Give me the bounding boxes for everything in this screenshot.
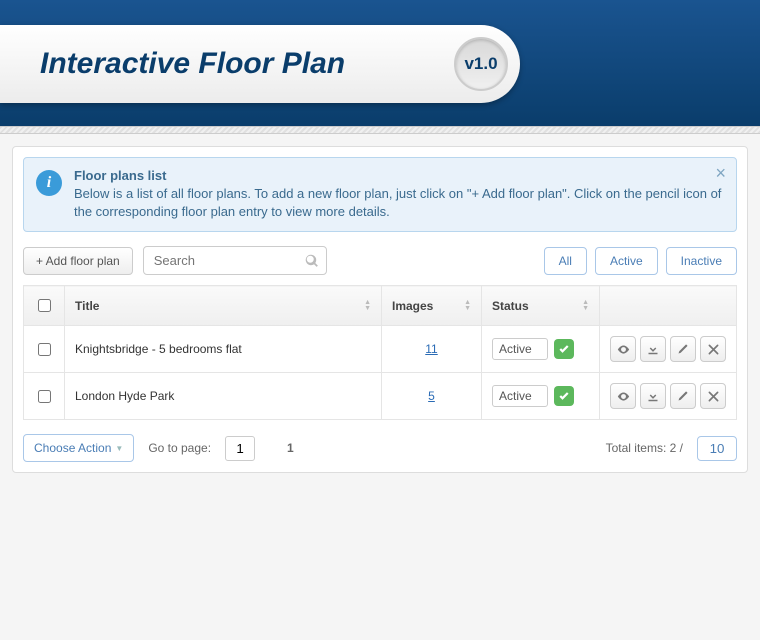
total-items-label: Total items: 2 /: [606, 441, 683, 455]
view-button[interactable]: [610, 336, 636, 362]
download-icon: [647, 343, 659, 355]
search-wrap: [143, 246, 327, 275]
version-badge: v1.0: [454, 37, 508, 91]
items-per-page-input[interactable]: [697, 436, 737, 461]
sort-icon: ▲▼: [364, 300, 371, 312]
alert-close-button[interactable]: ×: [715, 164, 726, 182]
view-button[interactable]: [610, 383, 636, 409]
delete-button[interactable]: [700, 336, 726, 362]
search-input[interactable]: [143, 246, 327, 275]
edit-button[interactable]: [670, 383, 696, 409]
select-all-checkbox[interactable]: [38, 299, 51, 312]
col-status[interactable]: Status: [492, 299, 529, 313]
table-row: London Hyde Park 5 Active: [24, 373, 737, 420]
table-row: Knightsbridge - 5 bedrooms flat 11 Active: [24, 326, 737, 373]
add-floor-plan-button[interactable]: + Add floor plan: [23, 247, 133, 275]
eye-icon: [617, 390, 630, 403]
status-confirm-button[interactable]: [554, 386, 574, 406]
bulk-action-dropdown[interactable]: Choose Action ▼: [23, 434, 134, 462]
sort-icon: ▲▼: [464, 300, 471, 312]
header-pill: Interactive Floor Plan v1.0: [0, 25, 520, 103]
pencil-icon: [677, 390, 689, 402]
current-page: 1: [287, 441, 294, 455]
download-button[interactable]: [640, 336, 666, 362]
search-icon: [305, 254, 319, 268]
alert-body: Below is a list of all floor plans. To a…: [74, 185, 724, 221]
col-title[interactable]: Title: [75, 299, 99, 313]
close-icon: [708, 391, 719, 402]
info-alert: i Floor plans list Below is a list of al…: [23, 157, 737, 232]
goto-page-input[interactable]: [225, 436, 255, 461]
status-select[interactable]: Active: [492, 385, 548, 407]
row-title: London Hyde Park: [75, 389, 174, 403]
toolbar: + Add floor plan All Active Inactive: [23, 246, 737, 275]
download-button[interactable]: [640, 383, 666, 409]
pencil-icon: [677, 343, 689, 355]
table-footer: Choose Action ▼ Go to page: 1 Total item…: [23, 434, 737, 462]
eye-icon: [617, 343, 630, 356]
row-checkbox[interactable]: [38, 343, 51, 356]
close-icon: [708, 344, 719, 355]
app-header: Interactive Floor Plan v1.0: [0, 0, 760, 126]
row-checkbox[interactable]: [38, 390, 51, 403]
floor-plans-table: Title ▲▼ Images ▲▼ Status ▲▼ Knightsbridge …: [23, 285, 737, 420]
row-title: Knightsbridge - 5 bedrooms flat: [75, 342, 242, 356]
separator-strip: [0, 126, 760, 134]
download-icon: [647, 390, 659, 402]
status-confirm-button[interactable]: [554, 339, 574, 359]
sort-icon: ▲▼: [582, 300, 589, 312]
row-images-link[interactable]: 5: [428, 389, 435, 403]
row-images-link[interactable]: 11: [425, 342, 437, 356]
app-title: Interactive Floor Plan: [40, 47, 345, 81]
filter-all-button[interactable]: All: [544, 247, 587, 275]
delete-button[interactable]: [700, 383, 726, 409]
goto-page-label: Go to page:: [148, 441, 211, 455]
col-images[interactable]: Images: [392, 299, 433, 313]
filter-active-button[interactable]: Active: [595, 247, 658, 275]
info-icon: i: [36, 170, 62, 196]
caret-down-icon: ▼: [115, 444, 123, 453]
filter-inactive-button[interactable]: Inactive: [666, 247, 737, 275]
main-panel: i Floor plans list Below is a list of al…: [12, 146, 748, 473]
status-filter-group: All Active Inactive: [544, 247, 737, 275]
alert-title: Floor plans list: [74, 168, 724, 183]
edit-button[interactable]: [670, 336, 696, 362]
status-select[interactable]: Active: [492, 338, 548, 360]
